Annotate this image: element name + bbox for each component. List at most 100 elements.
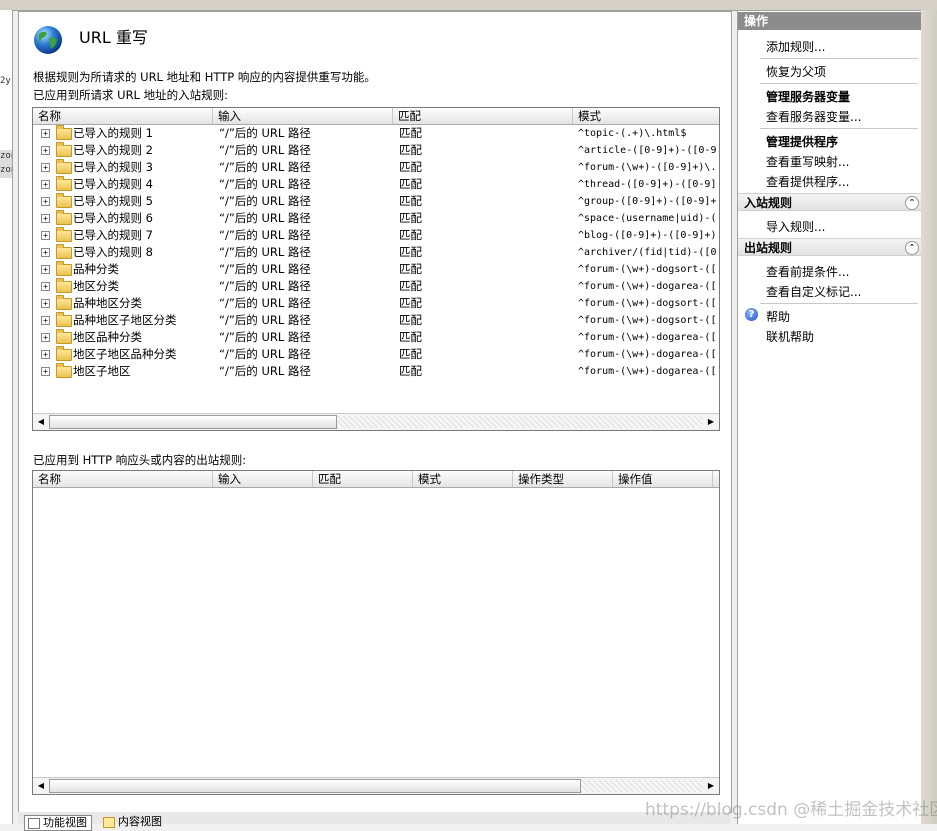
rule-pattern-cell: ^topic-(.+)\.html$ [578, 128, 687, 139]
scrollbar-thumb[interactable] [49, 779, 581, 793]
page-description: 根据规则为所请求的 URL 地址和 HTTP 响应的内容提供重写功能。 [33, 70, 376, 84]
inbound-rules-grid[interactable]: 名称 输入 匹配 模式 + 已导入的规则 1 “/”后的 URL 路径 匹配 ^topi… [32, 107, 720, 431]
column-header-name[interactable]: 名称 [33, 108, 213, 124]
inbound-horizontal-scrollbar[interactable]: ◀ ▶ [33, 413, 719, 430]
rule-match-cell: 匹配 [399, 245, 422, 259]
rule-match-cell: 匹配 [399, 194, 422, 208]
view-server-variables-link[interactable]: 查看服务器变量... [766, 108, 861, 125]
rule-pattern-cell: ^forum-(\w+)-dogsort-([ [578, 264, 717, 275]
folder-icon [56, 142, 72, 157]
table-row[interactable]: + 地区子地区品种分类 “/”后的 URL 路径 匹配 ^forum-(\w+)-dog… [33, 346, 719, 363]
expand-icon[interactable]: + [41, 333, 50, 342]
view-preconditions-link[interactable]: 查看前提条件... [766, 263, 849, 280]
table-row[interactable]: + 已导入的规则 7 “/”后的 URL 路径 匹配 ^blog-([0-9]+)-([… [33, 227, 719, 244]
view-custom-tags-link[interactable]: 查看自定义标记... [766, 283, 861, 300]
view-providers-link[interactable]: 查看提供程序... [766, 173, 849, 190]
actions-pane: 操作 添加规则... 恢复为父项 管理服务器变量 查看服务器变量... 管理提供… [737, 11, 922, 824]
rule-match-cell: 匹配 [399, 228, 422, 242]
table-row[interactable]: + 已导入的规则 3 “/”后的 URL 路径 匹配 ^forum-(\w+)-([0-… [33, 159, 719, 176]
tab-content-view[interactable]: 内容视图 [100, 815, 162, 829]
add-rule-link[interactable]: 添加规则... [766, 38, 825, 55]
expand-icon[interactable]: + [41, 197, 50, 206]
column-header-match[interactable]: 匹配 [393, 108, 573, 124]
inbound-rows: + 已导入的规则 1 “/”后的 URL 路径 匹配 ^topic-(.+)\.html… [33, 125, 719, 380]
expand-icon[interactable]: + [41, 180, 50, 189]
collapse-up-icon[interactable]: ⌃ [905, 241, 919, 255]
manage-server-variables-title: 管理服务器变量 [766, 90, 851, 104]
scroll-right-icon[interactable]: ▶ [705, 780, 717, 792]
expand-icon[interactable]: + [41, 231, 50, 240]
scroll-left-icon[interactable]: ◀ [35, 780, 47, 792]
import-rules-link[interactable]: 导入规则... [766, 218, 825, 235]
folder-icon [56, 176, 72, 191]
expand-icon[interactable]: + [41, 248, 50, 257]
rule-match-cell: 匹配 [399, 313, 422, 327]
table-row[interactable]: + 已导入的规则 4 “/”后的 URL 路径 匹配 ^thread-([0-9]+)-… [33, 176, 719, 193]
table-row[interactable]: + 品种地区子地区分类 “/”后的 URL 路径 匹配 ^forum-(\w+)-dog… [33, 312, 719, 329]
table-row[interactable]: + 已导入的规则 8 “/”后的 URL 路径 匹配 ^archiver/(fid|ti… [33, 244, 719, 261]
window-top-bar [0, 0, 937, 11]
table-row[interactable]: + 地区品种分类 “/”后的 URL 路径 匹配 ^forum-(\w+)-dogare… [33, 329, 719, 346]
table-row[interactable]: + 已导入的规则 5 “/”后的 URL 路径 匹配 ^group-([0-9]+)-(… [33, 193, 719, 210]
table-row[interactable]: + 已导入的规则 6 “/”后的 URL 路径 匹配 ^space-(username|… [33, 210, 719, 227]
expand-icon[interactable]: + [41, 163, 50, 172]
column-header-input[interactable]: 输入 [213, 471, 313, 487]
collapse-up-icon[interactable]: ⌃ [905, 196, 919, 210]
expand-icon[interactable]: + [41, 299, 50, 308]
expand-icon[interactable]: + [41, 129, 50, 138]
section-title: 入站规则 [744, 196, 793, 210]
expand-icon[interactable]: + [41, 282, 50, 291]
expand-icon[interactable]: + [41, 367, 50, 376]
scrollbar-thumb[interactable] [49, 415, 337, 429]
rule-input-cell: “/”后的 URL 路径 [219, 330, 311, 344]
view-rewrite-maps-link[interactable]: 查看重写映射... [766, 153, 849, 170]
rule-name-cell: 已导入的规则 8 [73, 245, 153, 259]
separator [760, 303, 918, 304]
folder-icon [56, 210, 72, 225]
help-icon: ? [745, 308, 758, 321]
table-row[interactable]: + 品种分类 “/”后的 URL 路径 匹配 ^forum-(\w+)-dogsort-… [33, 261, 719, 278]
column-header-pattern[interactable]: 模式 [413, 471, 513, 487]
outbound-horizontal-scrollbar[interactable]: ◀ ▶ [33, 777, 719, 794]
watermark: https://blog.csdn @稀土掘金技术社区 [645, 800, 937, 820]
table-row[interactable]: + 品种地区分类 “/”后的 URL 路径 匹配 ^forum-(\w+)-dogsor… [33, 295, 719, 312]
scrollbar-track[interactable] [581, 780, 703, 792]
expand-icon[interactable]: + [41, 350, 50, 359]
expand-icon[interactable]: + [41, 265, 50, 274]
revert-to-parent-link[interactable]: 恢复为父项 [766, 63, 826, 80]
tab-features-view[interactable]: 功能视图 [24, 815, 92, 831]
table-row[interactable]: + 已导入的规则 1 “/”后的 URL 路径 匹配 ^topic-(.+)\.html… [33, 125, 719, 142]
rule-name-cell: 已导入的规则 6 [73, 211, 153, 225]
folder-icon [56, 193, 72, 208]
table-row[interactable]: + 地区分类 “/”后的 URL 路径 匹配 ^forum-(\w+)-dogarea-… [33, 278, 719, 295]
scroll-left-icon[interactable]: ◀ [35, 416, 47, 428]
column-header-name[interactable]: 名称 [33, 471, 213, 487]
rule-pattern-cell: ^space-(username|uid)-( [578, 213, 717, 224]
rule-input-cell: “/”后的 URL 路径 [219, 126, 311, 140]
help-link[interactable]: 帮助 [766, 308, 790, 325]
expand-icon[interactable]: + [41, 316, 50, 325]
rule-input-cell: “/”后的 URL 路径 [219, 211, 311, 225]
rule-name-cell: 已导入的规则 1 [73, 126, 153, 140]
column-header-pattern[interactable]: 模式 [573, 108, 719, 124]
rule-pattern-cell: ^forum-(\w+)-dogsort-([ [578, 315, 717, 326]
inbound-rules-section-header[interactable]: 入站规则 ⌃ [738, 193, 922, 211]
outbound-rules-grid[interactable]: 名称 输入 匹配 模式 操作类型 操作值 ◀ ▶ [32, 470, 720, 795]
expand-icon[interactable]: + [41, 214, 50, 223]
online-help-link[interactable]: 联机帮助 [766, 328, 814, 345]
outbound-rules-section-header[interactable]: 出站规则 ⌃ [738, 238, 922, 256]
column-header-input[interactable]: 输入 [213, 108, 393, 124]
table-row[interactable]: + 已导入的规则 2 “/”后的 URL 路径 匹配 ^article-([0-9]+)… [33, 142, 719, 159]
tree-text-fragment: zon [0, 165, 12, 175]
connections-pane[interactable]: 2y zon zon [0, 10, 13, 824]
rule-name-cell: 品种地区子地区分类 [73, 313, 177, 327]
rule-input-cell: “/”后的 URL 路径 [219, 296, 311, 310]
column-header-action-value[interactable]: 操作值 [613, 471, 713, 487]
column-header-match[interactable]: 匹配 [313, 471, 413, 487]
scrollbar-track[interactable] [337, 416, 703, 428]
scroll-right-icon[interactable]: ▶ [705, 416, 717, 428]
table-row[interactable]: + 地区子地区 “/”后的 URL 路径 匹配 ^forum-(\w+)-dogarea… [33, 363, 719, 380]
rule-input-cell: “/”后的 URL 路径 [219, 279, 311, 293]
expand-icon[interactable]: + [41, 146, 50, 155]
column-header-action-type[interactable]: 操作类型 [513, 471, 613, 487]
